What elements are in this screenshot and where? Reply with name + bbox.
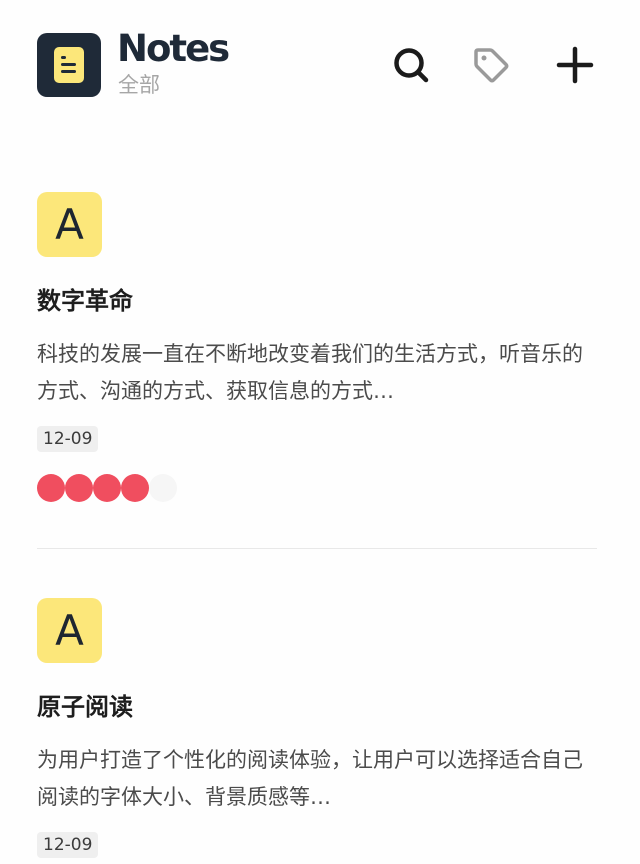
note-date: 12-09 [37,832,99,858]
document-icon [54,47,84,83]
plus-icon [556,46,594,84]
rating-dot-filled [37,474,65,502]
tag-button[interactable] [470,44,512,86]
note-excerpt: 为用户打造了个性化的阅读体验，让用户可以选择适合自己阅读的字体大小、背景质感等… [37,748,583,809]
app-logo [37,33,101,97]
rating-dot-filled [65,474,93,502]
notes-app: Notes 全部 A 数字革命 科技的发展一直在不断地改变着我们的生活方式，听音… [0,0,640,864]
note-title: 数字革命 [37,287,133,315]
rating-dot-filled [121,474,149,502]
note-card[interactable]: A 原子阅读 为用户打造了个性化的阅读体验，让用户可以选择适合自己阅读的字体大小… [37,598,597,858]
note-date: 12-09 [37,426,99,452]
note-excerpt: 科技的发展一直在不断地改变着我们的生活方式，听音乐的方式、沟通的方式、获取信息的… [37,342,583,403]
note-rating [37,474,597,502]
search-icon [394,48,429,83]
app-header: Notes 全部 [0,0,640,110]
add-note-button[interactable] [554,44,596,86]
tag-icon [474,48,509,83]
category-label[interactable]: 全部 [118,72,160,98]
note-card[interactable]: A 数字革命 科技的发展一直在不断地改变着我们的生活方式，听音乐的方式、沟通的方… [37,192,597,502]
search-button[interactable] [390,44,432,86]
note-avatar: A [37,598,102,663]
divider [37,548,597,549]
rating-dot-empty [149,474,177,502]
note-title: 原子阅读 [37,693,133,721]
app-title: Notes [117,27,230,70]
note-avatar: A [37,192,102,257]
rating-dot-filled [93,474,121,502]
